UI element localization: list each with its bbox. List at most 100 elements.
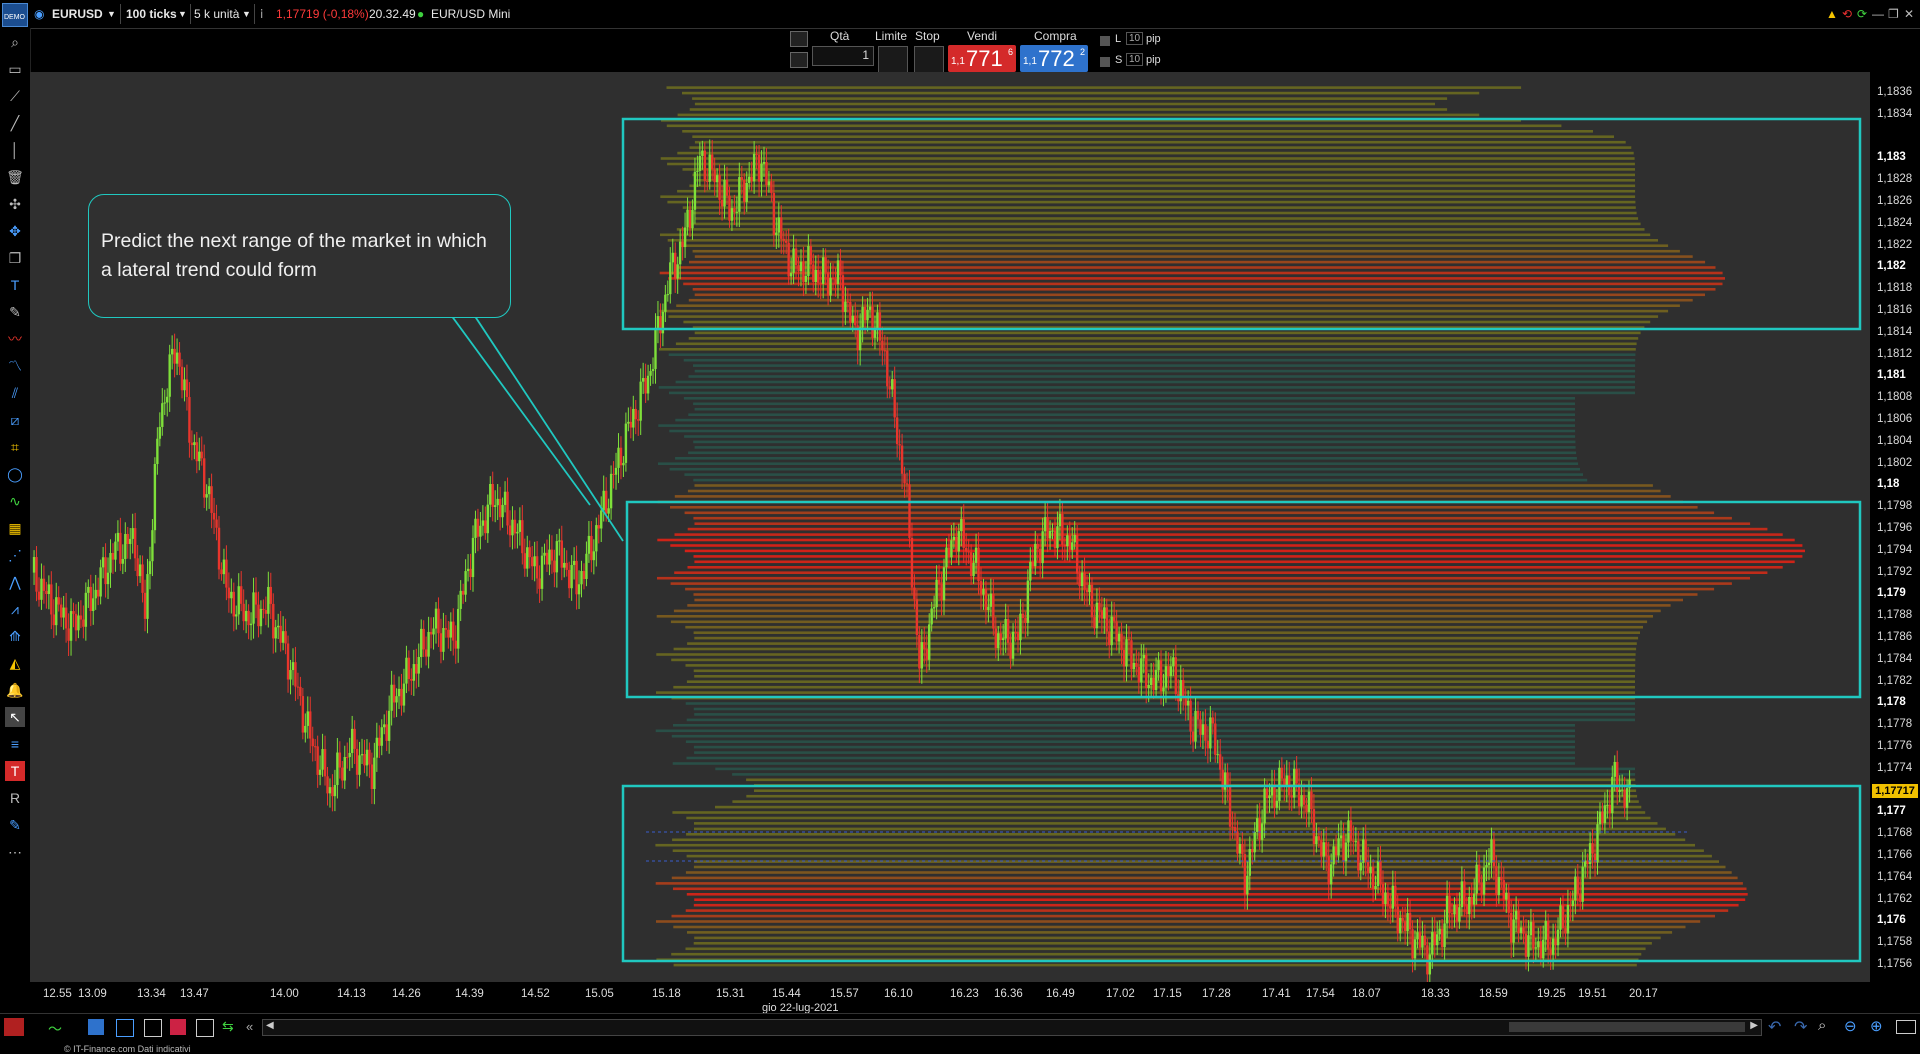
redo-icon[interactable]: ↷ — [1794, 1017, 1807, 1037]
fan-icon[interactable]: ⋰ — [5, 545, 25, 565]
symbol-dropdown-icon[interactable]: ▼ — [107, 6, 116, 22]
volume-profile-bar — [694, 522, 1751, 525]
zoom-icon[interactable]: ⌕ — [5, 32, 25, 52]
stop-order-button[interactable] — [914, 46, 944, 73]
brush-icon[interactable]: ✎ — [5, 815, 25, 835]
candle-body — [651, 369, 655, 372]
ruler-icon[interactable]: ▭ — [5, 59, 25, 79]
trash-icon[interactable]: 🗑 — [5, 167, 25, 187]
candle-body — [1058, 513, 1062, 527]
line-icon[interactable]: ╱ — [5, 113, 25, 133]
volume-profile-bar — [692, 211, 1637, 215]
keyboard-icon[interactable] — [1896, 1020, 1916, 1034]
unit-size-select[interactable]: 5 k unità — [194, 6, 239, 22]
sync-icon[interactable]: ⟲ — [1842, 6, 1852, 22]
wave-icon[interactable]: 〽 — [5, 356, 25, 376]
move-icon[interactable]: ✥ — [5, 221, 25, 241]
buy-button[interactable]: 1,1 772 2 — [1020, 45, 1088, 72]
bell-icon[interactable]: 🔔 — [5, 680, 25, 700]
candle-body — [1312, 809, 1316, 845]
circle-icon[interactable]: ◯ — [5, 464, 25, 484]
t-icon[interactable]: T — [5, 761, 25, 781]
vline-icon[interactable]: │ — [5, 140, 25, 160]
cursor-icon[interactable]: ↖ — [5, 707, 25, 727]
screens-icon[interactable] — [196, 1019, 214, 1037]
zoom-out-icon[interactable]: ⊖ — [1844, 1017, 1857, 1035]
long-pips[interactable]: 10 — [1126, 32, 1144, 45]
restore-icon[interactable]: ❐ — [1888, 6, 1899, 22]
level-icon[interactable]: ≡ — [5, 734, 25, 754]
refresh-icon[interactable]: ⇆ — [222, 1018, 234, 1035]
grid-layout-icon[interactable] — [170, 1019, 186, 1035]
tools-icon[interactable]: ✣ — [5, 194, 25, 214]
candle-body — [486, 504, 489, 534]
grid-icon[interactable]: ▦ — [5, 518, 25, 538]
pitchfork-icon[interactable]: ⫽ — [5, 383, 25, 403]
fib-icon[interactable]: 〰 — [5, 329, 25, 349]
pen-icon[interactable]: ✎ — [5, 302, 25, 322]
gann-icon[interactable]: ⌗ — [5, 437, 25, 457]
share-icon[interactable] — [88, 1019, 104, 1035]
copy-icon[interactable]: ❐ — [5, 248, 25, 268]
candle-body — [153, 464, 157, 531]
collapse-icon[interactable]: « — [246, 1019, 253, 1034]
callout-annotation[interactable]: Predict the next range of the market in … — [88, 194, 511, 318]
candle-body — [1056, 526, 1059, 549]
undo-icon[interactable]: ↶ — [1768, 1017, 1781, 1037]
minimize-icon[interactable]: — — [1872, 6, 1884, 22]
volume-profile-bar — [672, 762, 1575, 765]
x-tick-label: 15.44 — [772, 988, 801, 1000]
horizontal-scrollbar[interactable]: ◀ ▶ — [262, 1019, 1762, 1036]
chart-area[interactable]: Predict the next range of the market in … — [30, 72, 1870, 1054]
zoom-in-icon[interactable]: ⊕ — [1870, 1017, 1883, 1035]
candle-body — [1024, 618, 1027, 623]
triangle-icon[interactable]: ◭ — [5, 653, 25, 673]
pattern-icon[interactable]: ⋀ — [5, 572, 25, 592]
zoom-fit-icon[interactable]: ⌕ — [1818, 1017, 1826, 1034]
candle-body — [1376, 861, 1380, 887]
app-logo-icon[interactable] — [4, 1018, 24, 1036]
candle-body — [600, 510, 603, 529]
symbol-select[interactable]: EURUSD — [52, 6, 103, 22]
chart-type-icon[interactable]: 〜 — [48, 1019, 62, 1039]
sell-button[interactable]: 1,1 771 6 — [948, 45, 1016, 72]
layout-icon[interactable] — [144, 1019, 162, 1037]
tick-dropdown-icon[interactable]: ▼ — [178, 6, 187, 22]
short-checkbox[interactable] — [1100, 57, 1110, 67]
time-axis[interactable]: gio 22-lug-2021 12.55 13.09 13.34 13.47 14.0… — [30, 982, 1920, 1014]
scroll-right-icon[interactable]: ▶ — [1750, 1020, 1758, 1031]
segment-icon[interactable]: ⟋ — [5, 86, 25, 106]
text-icon[interactable]: T — [5, 275, 25, 295]
gartley-icon[interactable]: ⟰ — [5, 626, 25, 646]
candle-body — [96, 589, 100, 597]
raff-icon[interactable]: R — [5, 788, 25, 808]
more-icon[interactable]: ⋯ — [5, 842, 25, 862]
channel-icon[interactable]: ⧄ — [5, 410, 25, 430]
warning-icon[interactable]: ▲ — [1826, 6, 1838, 22]
scroll-thumb[interactable] — [1509, 1022, 1745, 1032]
candle-body — [923, 642, 926, 650]
link-icon[interactable]: ⟳ — [1857, 6, 1867, 22]
info-icon[interactable]: ⅰ — [260, 6, 263, 22]
order-settings-icon[interactable] — [790, 31, 808, 47]
elliott-icon[interactable]: ∿ — [5, 491, 25, 511]
candle-body — [1011, 631, 1015, 659]
limit-order-button[interactable] — [878, 46, 908, 73]
long-checkbox[interactable] — [1100, 36, 1110, 46]
harmonic-icon[interactable]: ⩘ — [5, 599, 25, 619]
unit-dropdown-icon[interactable]: ▼ — [242, 6, 251, 22]
short-pips[interactable]: 10 — [1126, 53, 1144, 66]
candle-body — [762, 162, 766, 164]
candle-body — [757, 154, 761, 182]
price-axis[interactable]: 1,1836 1,1834 1,183 1,1828 1,1826 1,1824 1,182… — [1870, 72, 1920, 982]
close-icon[interactable]: ✕ — [1904, 6, 1914, 22]
candle-body — [718, 175, 721, 200]
title-bar: DEMO ◉ EURUSD ▼ 100 ticks ▼ 5 k unità ▼ … — [0, 0, 1920, 29]
tick-mode-select[interactable]: 100 ticks — [126, 6, 177, 22]
keypad-icon[interactable] — [790, 52, 808, 68]
qty-input[interactable]: 1 — [812, 46, 874, 66]
window-icon[interactable] — [116, 1019, 134, 1037]
scroll-left-icon[interactable]: ◀ — [266, 1020, 274, 1031]
candle-body — [407, 657, 411, 679]
candle-body — [619, 447, 623, 466]
